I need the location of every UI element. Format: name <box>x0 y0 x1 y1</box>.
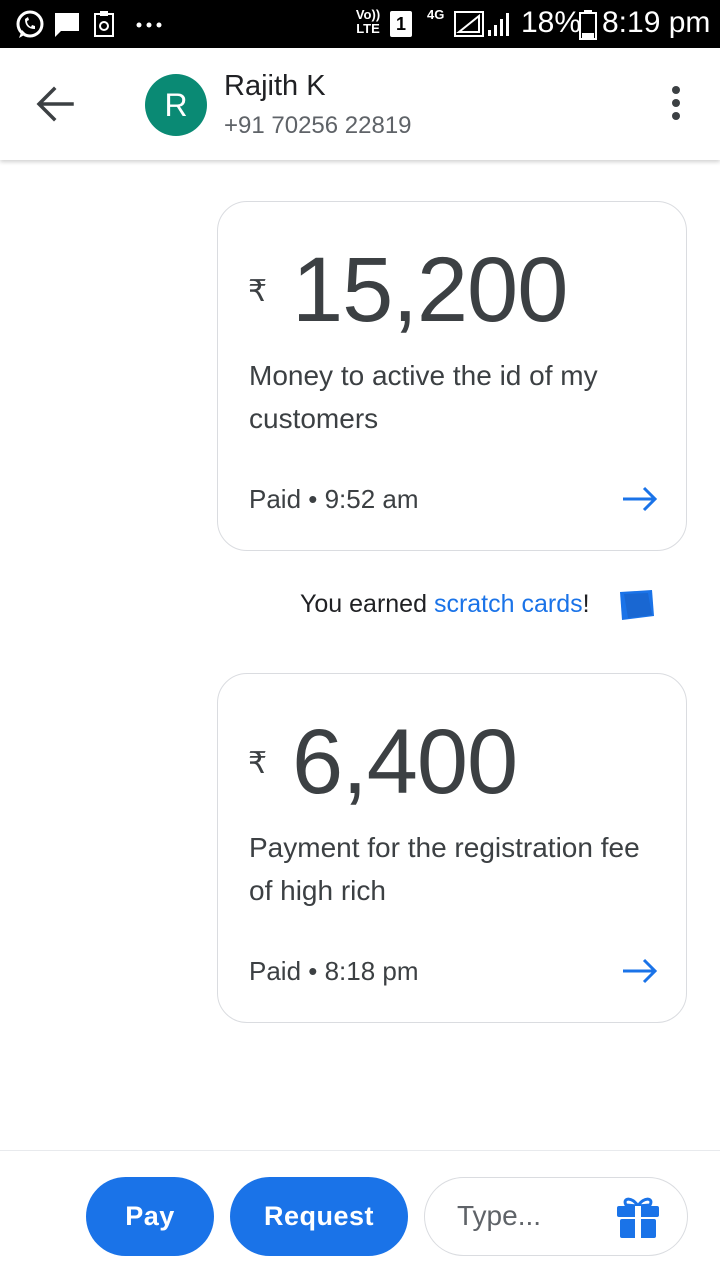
message-icon <box>55 13 79 37</box>
payment-card[interactable]: ₹ 6,400 Payment for the registration fee… <box>217 673 687 1023</box>
clock: 8:19 pm <box>602 6 711 39</box>
request-button[interactable]: Request <box>230 1177 408 1256</box>
contact-phone: +91 70256 22819 <box>224 112 412 139</box>
signal-icon <box>454 11 509 37</box>
payment-note: Money to active the id of my customers <box>249 360 598 434</box>
bottom-divider <box>0 1150 720 1151</box>
payment-amount: 6,400 <box>292 711 518 813</box>
whatsapp-icon <box>16 10 44 38</box>
overflow-menu-icon[interactable] <box>664 86 688 126</box>
contact-header: R Rajith K +91 70256 22819 <box>0 48 720 160</box>
volte-indicator: Vo)) LTE <box>355 7 381 36</box>
back-arrow-icon[interactable] <box>34 86 74 122</box>
sim-slot-indicator: 1 <box>390 11 412 37</box>
scratch-cards-link[interactable]: scratch cards <box>434 590 583 618</box>
payment-amount: 15,200 <box>292 239 568 341</box>
reward-suffix: ! <box>582 590 590 618</box>
reward-prefix: You earned <box>300 590 434 618</box>
message-input-placeholder: Type... <box>457 1200 542 1231</box>
message-input[interactable]: Type... <box>424 1177 688 1256</box>
battery-percentage: 18% <box>521 6 582 39</box>
pay-button[interactable]: Pay <box>86 1177 214 1256</box>
payment-note: Payment for the registration fee of high… <box>249 832 640 906</box>
payment-status: Paid • 9:52 am <box>249 484 419 514</box>
arrow-right-icon[interactable] <box>622 958 658 984</box>
avatar[interactable]: R <box>145 74 207 136</box>
payment-card[interactable]: ₹ 15,200 Money to active the id of my cu… <box>217 201 687 551</box>
status-bar: Vo)) LTE 1 4G 18% 8:19 pm <box>0 0 720 48</box>
arrow-right-icon[interactable] <box>622 486 658 512</box>
payment-status: Paid • 8:18 pm <box>249 956 419 986</box>
scratch-card-message: You earned scratch cards! <box>300 590 590 619</box>
battery-icon <box>579 10 597 40</box>
currency-symbol: ₹ <box>248 747 268 780</box>
contact-name: Rajith K <box>224 70 326 102</box>
network-type: 4G <box>427 7 445 22</box>
more-notifications-icon <box>136 22 162 28</box>
currency-symbol: ₹ <box>248 275 268 308</box>
scratch-card-icon[interactable] <box>618 588 656 622</box>
clipboard-icon <box>94 11 114 37</box>
gift-icon[interactable] <box>614 1194 662 1240</box>
